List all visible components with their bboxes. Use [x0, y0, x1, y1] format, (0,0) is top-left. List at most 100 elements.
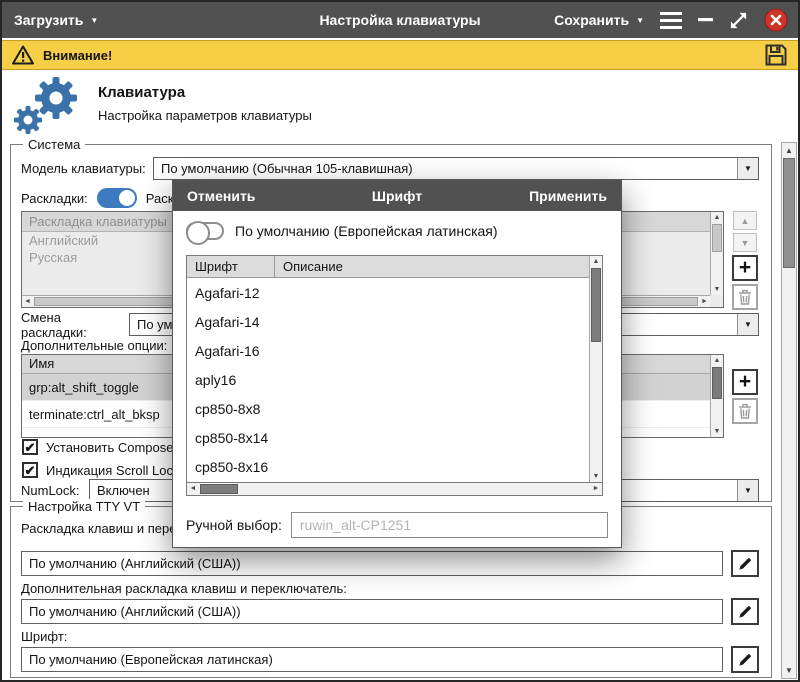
tty-extra-layout-field: По умолчанию (Английский (США)) — [21, 599, 723, 624]
minimize-button[interactable] — [698, 18, 713, 22]
scroll-right-icon[interactable]: ► — [699, 296, 710, 307]
load-menu-button[interactable]: Загрузить ▼ — [14, 12, 98, 28]
layouts-row: Раскладки: Раскл — [21, 187, 181, 209]
font-table-row[interactable]: aply16 — [187, 365, 602, 394]
pencil-icon — [738, 556, 753, 571]
dropdown-arrow-icon[interactable]: ▼ — [737, 480, 758, 501]
default-font-toggle[interactable] — [186, 222, 224, 240]
dialog-cancel-button[interactable]: Отменить — [187, 188, 255, 204]
delete-layout-button[interactable] — [732, 284, 758, 310]
option-name-cell: grp:alt_shift_toggle — [29, 380, 139, 395]
warning-bar: Внимание! — [2, 40, 798, 70]
keyboard-model-row: Модель клавиатуры: По умолчанию (Обычная… — [21, 157, 759, 180]
dropdown-arrow-icon[interactable]: ▼ — [737, 158, 758, 179]
edit-tty-extra-layout-button[interactable] — [731, 598, 759, 625]
pencil-icon — [738, 604, 753, 619]
font-dialog-titlebar: Отменить Шрифт Применить — [173, 181, 621, 211]
pencil-icon — [738, 652, 753, 667]
add-option-button[interactable]: + — [732, 369, 758, 395]
layouts-toggle[interactable] — [97, 188, 137, 208]
checkmark-icon: ✔ — [25, 464, 36, 477]
font-name-cell: cp850-8x16 — [195, 459, 268, 475]
scroll-left-icon[interactable]: ◄ — [22, 296, 33, 307]
caret-down-icon: ▼ — [636, 17, 644, 25]
scroll-up-icon[interactable]: ▲ — [590, 256, 602, 267]
font-table-row[interactable]: cp850-8x14 — [187, 423, 602, 452]
font-name-cell: aply16 — [195, 372, 236, 388]
scroll-left-icon[interactable]: ◄ — [187, 483, 199, 495]
scrollbar-thumb[interactable] — [783, 158, 795, 268]
scrollbar-thumb[interactable] — [712, 224, 722, 252]
layouts-list-buttons: ▲ ▼ + — [731, 211, 759, 310]
layout-switch-label: Смена раскладки: — [21, 310, 129, 340]
font-name-cell: cp850-8x14 — [195, 430, 268, 446]
dialog-apply-button[interactable]: Применить — [529, 188, 607, 204]
scrollbar-thumb[interactable] — [200, 484, 238, 494]
font-table-row[interactable]: Agafari-16 — [187, 336, 602, 365]
maximize-button[interactable] — [729, 11, 748, 30]
tty-extra-layout-label: Дополнительная раскладка клавиш и перекл… — [21, 581, 347, 596]
system-group-legend: Система — [23, 137, 85, 152]
keyboard-model-select[interactable]: По умолчанию (Обычная 105-клавишная) ▼ — [153, 157, 759, 180]
font-name-cell: Agafari-14 — [195, 314, 260, 330]
menu-button[interactable] — [660, 12, 682, 29]
manual-font-input[interactable] — [291, 512, 608, 538]
options-table-vscrollbar[interactable]: ▲ ▼ — [710, 355, 723, 437]
trash-icon — [738, 289, 752, 305]
options-table-buttons: + — [731, 354, 759, 438]
close-button[interactable] — [764, 8, 788, 32]
scrolllock-checkbox-label: Индикация Scroll Lock — [46, 463, 180, 478]
font-table-row[interactable]: cp850-8x16 — [187, 452, 602, 481]
scrollbar-thumb[interactable] — [712, 367, 722, 399]
layouts-list-vscrollbar[interactable]: ▲ ▼ — [710, 212, 723, 295]
font-table[interactable]: Шрифт Описание Agafari-12 Agafari-14 Aga… — [186, 255, 603, 483]
edit-tty-layout-button[interactable] — [731, 550, 759, 577]
font-table-row[interactable]: cp850-8x8 — [187, 394, 602, 423]
dropdown-arrow-icon[interactable]: ▼ — [737, 314, 758, 335]
scroll-down-icon[interactable]: ▼ — [782, 664, 796, 677]
font-table-hscrollbar[interactable]: ◄ ► — [186, 483, 603, 496]
add-layout-button[interactable]: + — [732, 255, 758, 281]
default-font-toggle-row: По умолчанию (Европейская латинская) — [186, 222, 498, 240]
compose-checkbox-label: Установить Compose — [46, 440, 173, 455]
tty-font-field: По умолчанию (Европейская латинская) — [21, 647, 723, 672]
scrolllock-checkbox-row[interactable]: ✔ Индикация Scroll Lock — [22, 460, 180, 480]
font-table-vscrollbar[interactable]: ▲ ▼ — [589, 256, 602, 482]
scrolllock-checkbox[interactable]: ✔ — [22, 462, 38, 478]
scroll-down-icon[interactable]: ▼ — [711, 426, 723, 437]
titlebar: Загрузить ▼ Настройка клавиатуры Сохрани… — [2, 2, 798, 38]
font-table-row[interactable]: Agafari-14 — [187, 307, 602, 336]
move-down-button[interactable]: ▼ — [733, 233, 757, 252]
page-title: Клавиатура — [98, 84, 185, 101]
scroll-up-icon[interactable]: ▲ — [782, 144, 796, 157]
scroll-up-icon[interactable]: ▲ — [711, 355, 723, 366]
font-name-cell: Agafari-16 — [195, 343, 260, 359]
save-menu-label: Сохранить — [554, 12, 629, 28]
delete-option-button[interactable] — [732, 398, 758, 424]
expand-icon — [729, 11, 748, 30]
move-up-button[interactable]: ▲ — [733, 211, 757, 230]
compose-checkbox-row[interactable]: ✔ Установить Compose — [22, 437, 173, 457]
numlock-value: Включен — [97, 483, 150, 498]
floppy-icon — [764, 43, 788, 67]
font-dialog: Отменить Шрифт Применить По умолчанию (Е… — [172, 180, 622, 548]
scroll-right-icon[interactable]: ► — [590, 483, 602, 495]
scrollbar-thumb[interactable] — [591, 268, 601, 342]
save-menu-button[interactable]: Сохранить ▼ — [554, 12, 644, 28]
font-table-row[interactable]: Agafari-12 — [187, 278, 602, 307]
scroll-down-icon[interactable]: ▼ — [590, 471, 602, 482]
default-font-toggle-label: По умолчанию (Европейская латинская) — [235, 223, 498, 239]
scroll-down-icon[interactable]: ▼ — [711, 284, 723, 295]
tty-layout-row: По умолчанию (Английский (США)) — [21, 550, 759, 577]
checkmark-icon: ✔ — [25, 441, 36, 454]
main-vscrollbar[interactable]: ▲ ▼ — [781, 142, 797, 679]
edit-tty-font-button[interactable] — [731, 646, 759, 673]
font-table-header: Шрифт Описание — [187, 256, 602, 278]
description-column-header: Описание — [275, 256, 602, 277]
compose-checkbox[interactable]: ✔ — [22, 439, 38, 455]
numlock-label: NumLock: — [21, 483, 89, 498]
scroll-up-icon[interactable]: ▲ — [711, 212, 723, 223]
keyboard-settings-window: Загрузить ▼ Настройка клавиатуры Сохрани… — [0, 0, 800, 682]
save-to-disk-button[interactable] — [764, 43, 788, 67]
layouts-label: Раскладки: — [21, 191, 88, 206]
